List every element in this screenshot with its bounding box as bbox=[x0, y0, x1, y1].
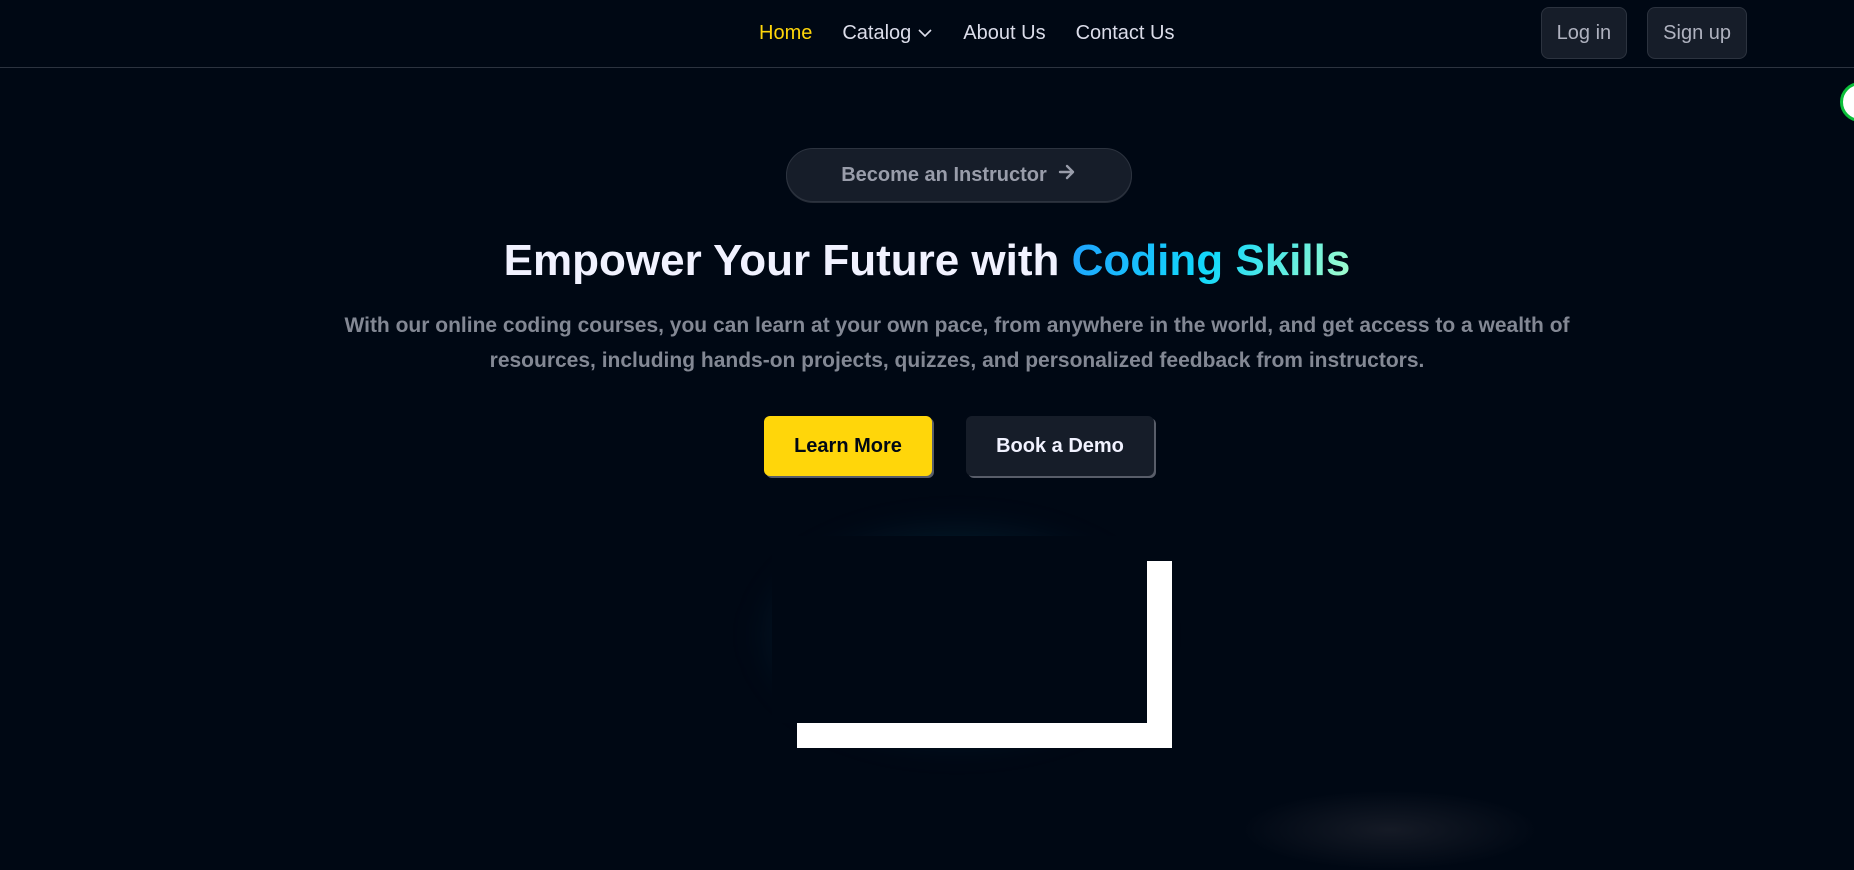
arrow-right-icon bbox=[1057, 162, 1077, 188]
floating-widget-icon[interactable] bbox=[1840, 82, 1854, 122]
login-button[interactable]: Log in bbox=[1540, 7, 1628, 59]
hero-subtitle: With our online coding courses, you can … bbox=[344, 314, 1570, 372]
signup-button[interactable]: Sign up bbox=[1647, 7, 1747, 59]
navbar: Home Catalog About Us Contact Us Log in … bbox=[0, 0, 1854, 68]
become-instructor-button[interactable]: Become an Instructor bbox=[786, 148, 1132, 202]
nav-link-home[interactable]: Home bbox=[759, 22, 812, 45]
nav-link-contact[interactable]: Contact Us bbox=[1076, 22, 1175, 45]
bottom-glow bbox=[1240, 790, 1540, 870]
become-instructor-label: Become an Instructor bbox=[841, 163, 1047, 186]
book-demo-button[interactable]: Book a Demo bbox=[966, 416, 1154, 476]
nav-link-about[interactable]: About Us bbox=[963, 22, 1045, 45]
headline-highlight: Coding Skills bbox=[1071, 236, 1351, 285]
headline-plain: Empower Your Future with bbox=[503, 236, 1072, 285]
nav-link-catalog-label: Catalog bbox=[842, 21, 912, 44]
nav-link-catalog[interactable]: Catalog bbox=[842, 22, 933, 45]
chevron-down-icon bbox=[917, 25, 933, 41]
auth-buttons: Log in Sign up bbox=[1540, 7, 1747, 59]
cta-buttons: Learn More Book a Demo bbox=[764, 416, 1154, 476]
hero-headline: Empower Your Future with Coding Skills bbox=[0, 236, 1854, 286]
nav-links: Home Catalog About Us Contact Us bbox=[759, 0, 1175, 66]
hero-video[interactable] bbox=[772, 536, 1147, 723]
hero-video-container bbox=[752, 520, 1172, 816]
learn-more-button[interactable]: Learn More bbox=[764, 416, 932, 476]
